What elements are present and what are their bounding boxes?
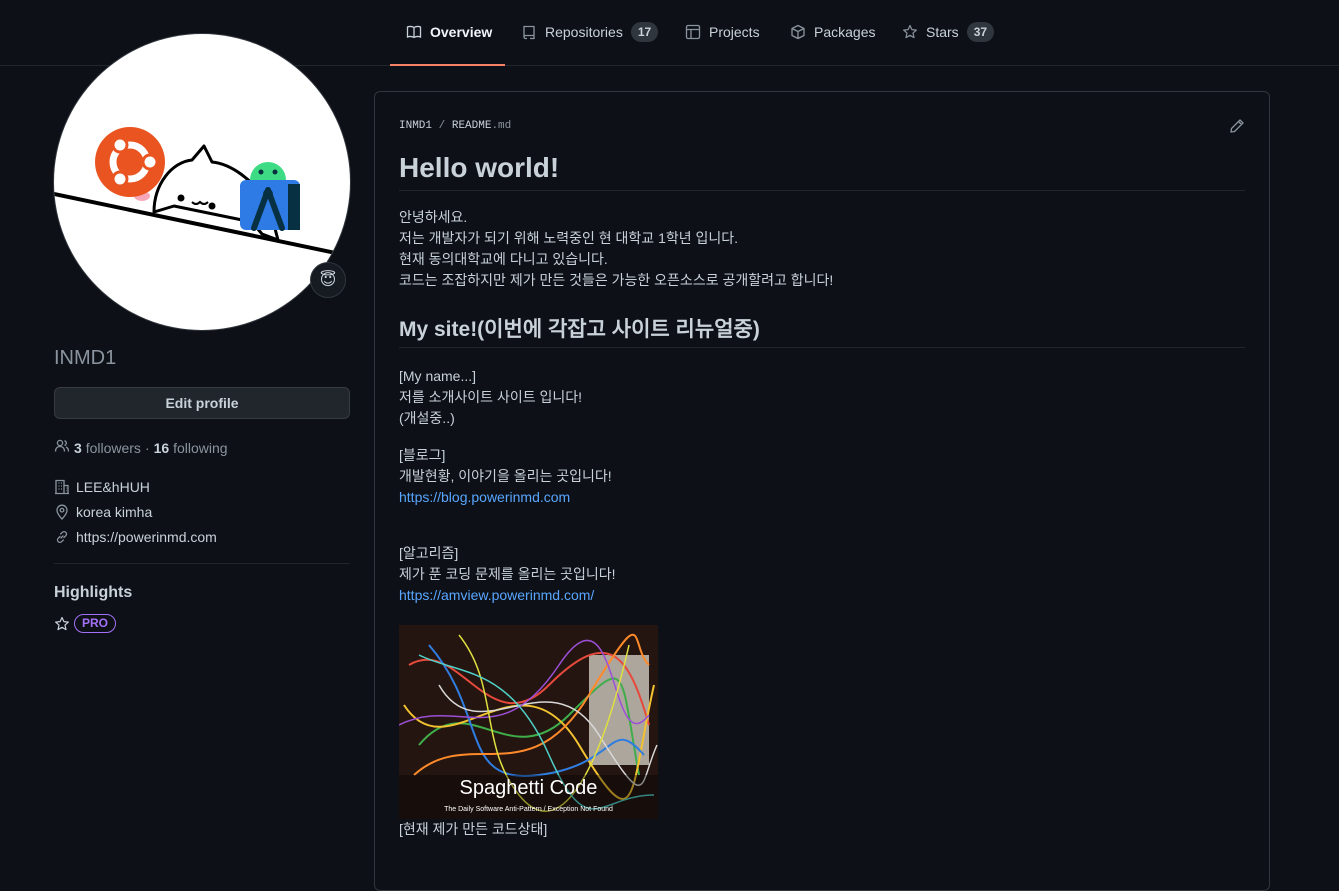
tab-label: Repositories xyxy=(545,24,623,40)
readme-content: Hello world! 안녕하세요. 저는 개발자가 되기 위해 노력중인 현… xyxy=(399,152,1245,840)
followers-count: 3 xyxy=(74,439,82,456)
tab-packages[interactable]: Packages xyxy=(790,22,875,66)
website-item: https://powerinmd.com xyxy=(54,529,217,545)
project-icon xyxy=(685,24,701,40)
tab-label: Overview xyxy=(430,24,493,40)
follow-stats: 3 followers · 16 following xyxy=(54,438,228,457)
readme-file-ext: .md xyxy=(491,120,512,132)
my-site-heading: My site!(이번에 각잡고 사이트 리뉴얼중) xyxy=(399,313,1245,348)
tab-repositories[interactable]: Repositories 17 xyxy=(521,22,659,66)
profile-username: INMD1 xyxy=(54,347,117,369)
avatar[interactable] xyxy=(54,34,350,330)
website-link[interactable]: https://powerinmd.com xyxy=(76,529,217,545)
myname-line: (개설중..) xyxy=(399,410,455,426)
organization-icon xyxy=(54,479,70,495)
algo-line: 제가 푼 코딩 문제를 올리는 곳입니다! xyxy=(399,566,616,582)
tab-label: Packages xyxy=(814,24,876,40)
star-icon xyxy=(902,24,918,40)
package-icon xyxy=(790,24,806,40)
blog-line: 개발현황, 이야기을 올리는 곳입니다! xyxy=(399,468,612,484)
tab-label: Projects xyxy=(709,24,760,40)
intro-line: 저는 개발자가 되기 위해 노력중인 현 대학교 1학년 입니다. xyxy=(399,230,739,246)
following-link[interactable]: 16 following xyxy=(154,440,228,456)
repo-icon xyxy=(521,24,537,40)
following-label: following xyxy=(173,439,228,456)
readme-file-name: README xyxy=(451,120,492,132)
people-icon xyxy=(54,438,70,457)
blog-line: [블로그] xyxy=(399,447,446,463)
location-icon xyxy=(54,504,70,520)
pencil-icon[interactable] xyxy=(1229,118,1245,134)
tab-label: Stars xyxy=(926,24,959,40)
algo-line: [알고리즘] xyxy=(399,545,459,561)
intro-line: 코드는 조잡하지만 제가 만든 것들은 가능한 오픈소스로 공개할려고 합니다! xyxy=(399,272,834,288)
tab-projects[interactable]: Projects xyxy=(685,22,760,66)
repositories-count: 17 xyxy=(630,22,659,42)
readme-breadcrumb: INMD1 / README.md xyxy=(399,120,511,132)
star-icon xyxy=(54,616,70,632)
smiling-face-with-halo-icon: 😇 xyxy=(319,272,337,289)
sidebar-divider xyxy=(54,563,350,564)
dot-separator: · xyxy=(144,439,150,456)
readme-owner-link[interactable]: INMD1 xyxy=(399,120,432,132)
algorithm-link[interactable]: https://amview.powerinmd.com/ xyxy=(399,587,594,603)
location-item: korea kimha xyxy=(54,504,152,520)
link-icon xyxy=(54,529,70,545)
myname-line: 저를 소개사이트 사이트 입니다! xyxy=(399,389,582,405)
highlights-heading: Highlights xyxy=(54,584,133,601)
tab-overview[interactable]: Overview xyxy=(390,22,505,66)
status-emoji-button[interactable]: 😇 xyxy=(310,262,346,298)
image-subcaption: The Daily Software Anti-Pattern / Except… xyxy=(444,806,613,813)
intro-line: 안녕하세요. xyxy=(399,209,468,225)
image-caption: Spaghetti Code xyxy=(459,777,598,799)
pro-badge[interactable]: PRO xyxy=(74,614,117,633)
intro-line: 현재 동의대학교에 다니고 있습니다. xyxy=(399,251,608,267)
stars-count: 37 xyxy=(966,22,995,42)
image-note: [현재 제가 만든 코드상태] xyxy=(399,821,548,837)
followers-label: followers xyxy=(85,439,141,456)
blog-link[interactable]: https://blog.powerinmd.com xyxy=(399,489,570,505)
organization-item: LEE&hHUH xyxy=(54,479,150,495)
tab-stars[interactable]: Stars 37 xyxy=(902,22,995,66)
organization-name: LEE&hHUH xyxy=(76,479,150,495)
book-icon xyxy=(406,24,422,40)
edit-profile-button[interactable]: Edit profile xyxy=(54,387,350,419)
highlights-row: PRO xyxy=(54,614,117,633)
readme-title: Hello world! xyxy=(399,152,1245,191)
following-count: 16 xyxy=(153,439,170,456)
breadcrumb-slash: / xyxy=(438,120,446,132)
myname-line: [My name...] xyxy=(399,368,477,384)
followers-link[interactable]: 3 followers xyxy=(74,440,141,456)
readme-card: INMD1 / README.md Hello world! 안녕하세요. 저는… xyxy=(374,91,1270,891)
location-name: korea kimha xyxy=(76,504,153,520)
spaghetti-code-image: Spaghetti Code The Daily Software Anti-P… xyxy=(399,625,658,819)
